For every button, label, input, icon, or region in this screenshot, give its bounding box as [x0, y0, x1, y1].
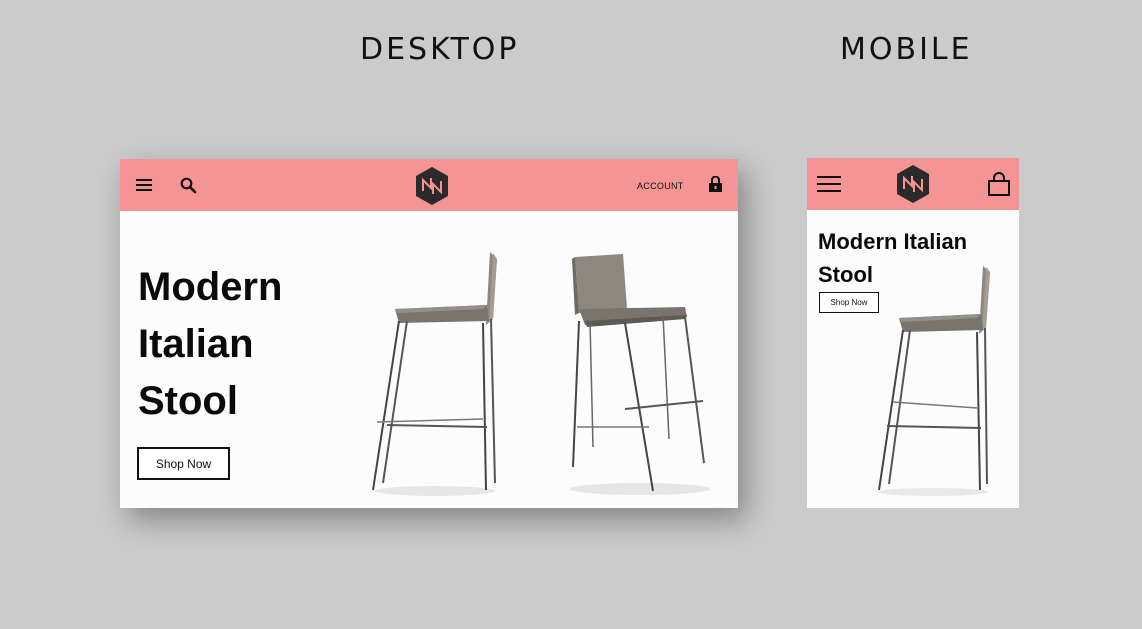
search-icon[interactable] — [180, 177, 197, 194]
stool-front-image — [570, 254, 710, 495]
hero-title: Modern Italian Stool — [138, 259, 358, 430]
shopping-bag-icon[interactable] — [988, 172, 1010, 196]
stool-side-image — [878, 266, 990, 496]
shopping-bag-icon[interactable] — [708, 176, 723, 193]
desktop-label: DESKTOP — [360, 32, 520, 67]
hamburger-menu-icon[interactable] — [817, 175, 842, 193]
account-link[interactable]: ACCOUNT — [637, 181, 684, 191]
mobile-label: MOBILE — [840, 32, 973, 67]
stool-side-image — [372, 252, 497, 496]
hamburger-menu-icon[interactable] — [136, 178, 153, 192]
shop-now-button[interactable]: Shop Now — [819, 292, 879, 313]
desktop-header: ACCOUNT — [120, 159, 738, 211]
hero-title-line: Stool — [138, 379, 238, 423]
hexagon-logo[interactable] — [414, 166, 450, 206]
shop-now-button[interactable]: Shop Now — [137, 447, 230, 480]
mobile-mockup: Modern Italian Stool Shop Now — [807, 158, 1019, 508]
hexagon-logo[interactable] — [895, 164, 931, 204]
desktop-mockup: ACCOUNT Modern Italian Stool Shop Now — [120, 159, 738, 508]
hero-title-line: Italian — [138, 322, 254, 366]
mobile-header — [807, 158, 1019, 210]
hero-title-line: Modern — [138, 265, 283, 309]
